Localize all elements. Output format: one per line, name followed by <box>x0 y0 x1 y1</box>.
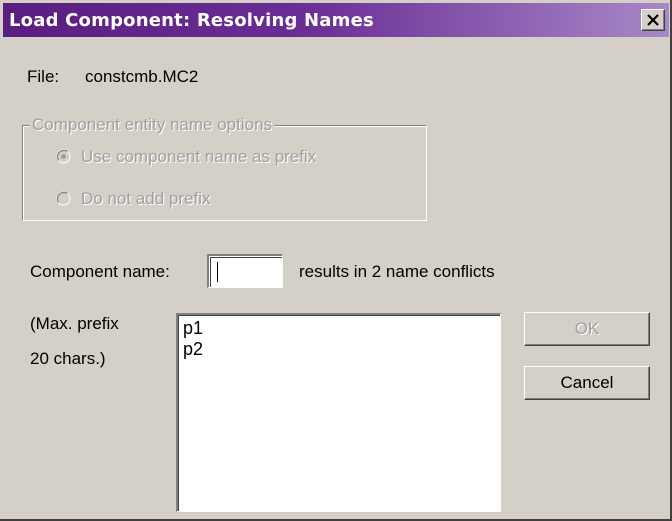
component-name-input[interactable] <box>207 254 283 288</box>
conflict-status: results in 2 name conflicts <box>299 262 495 281</box>
title-bar[interactable]: Load Component: Resolving Names <box>3 3 669 37</box>
component-name-label: Component name: <box>30 262 170 281</box>
close-button[interactable] <box>641 9 665 31</box>
cancel-button[interactable]: Cancel <box>524 366 650 400</box>
list-item[interactable]: p1 <box>183 318 203 339</box>
list-item[interactable]: p2 <box>183 339 203 360</box>
conflicts-listbox[interactable]: p1 p2 <box>176 313 501 512</box>
text-caret <box>217 262 218 282</box>
name-options-legend: Component entity name options <box>30 115 275 135</box>
window-title: Load Component: Resolving Names <box>9 10 374 31</box>
file-name: constcmb.MC2 <box>85 67 199 86</box>
dialog-window: Load Component: Resolving Names File: co… <box>0 0 672 521</box>
file-label: File: <box>27 67 60 86</box>
radio-use-prefix-label: Use component name as prefix <box>81 147 317 166</box>
prefix-note-line1: (Max. prefix <box>30 314 119 333</box>
radio-no-prefix-label: Do not add prefix <box>81 189 211 208</box>
radio-use-prefix[interactable] <box>56 149 71 164</box>
close-icon <box>647 14 659 26</box>
ok-button[interactable]: OK <box>524 312 650 346</box>
prefix-note-line2: 20 chars.) <box>30 349 106 368</box>
radio-no-prefix[interactable] <box>56 191 71 206</box>
